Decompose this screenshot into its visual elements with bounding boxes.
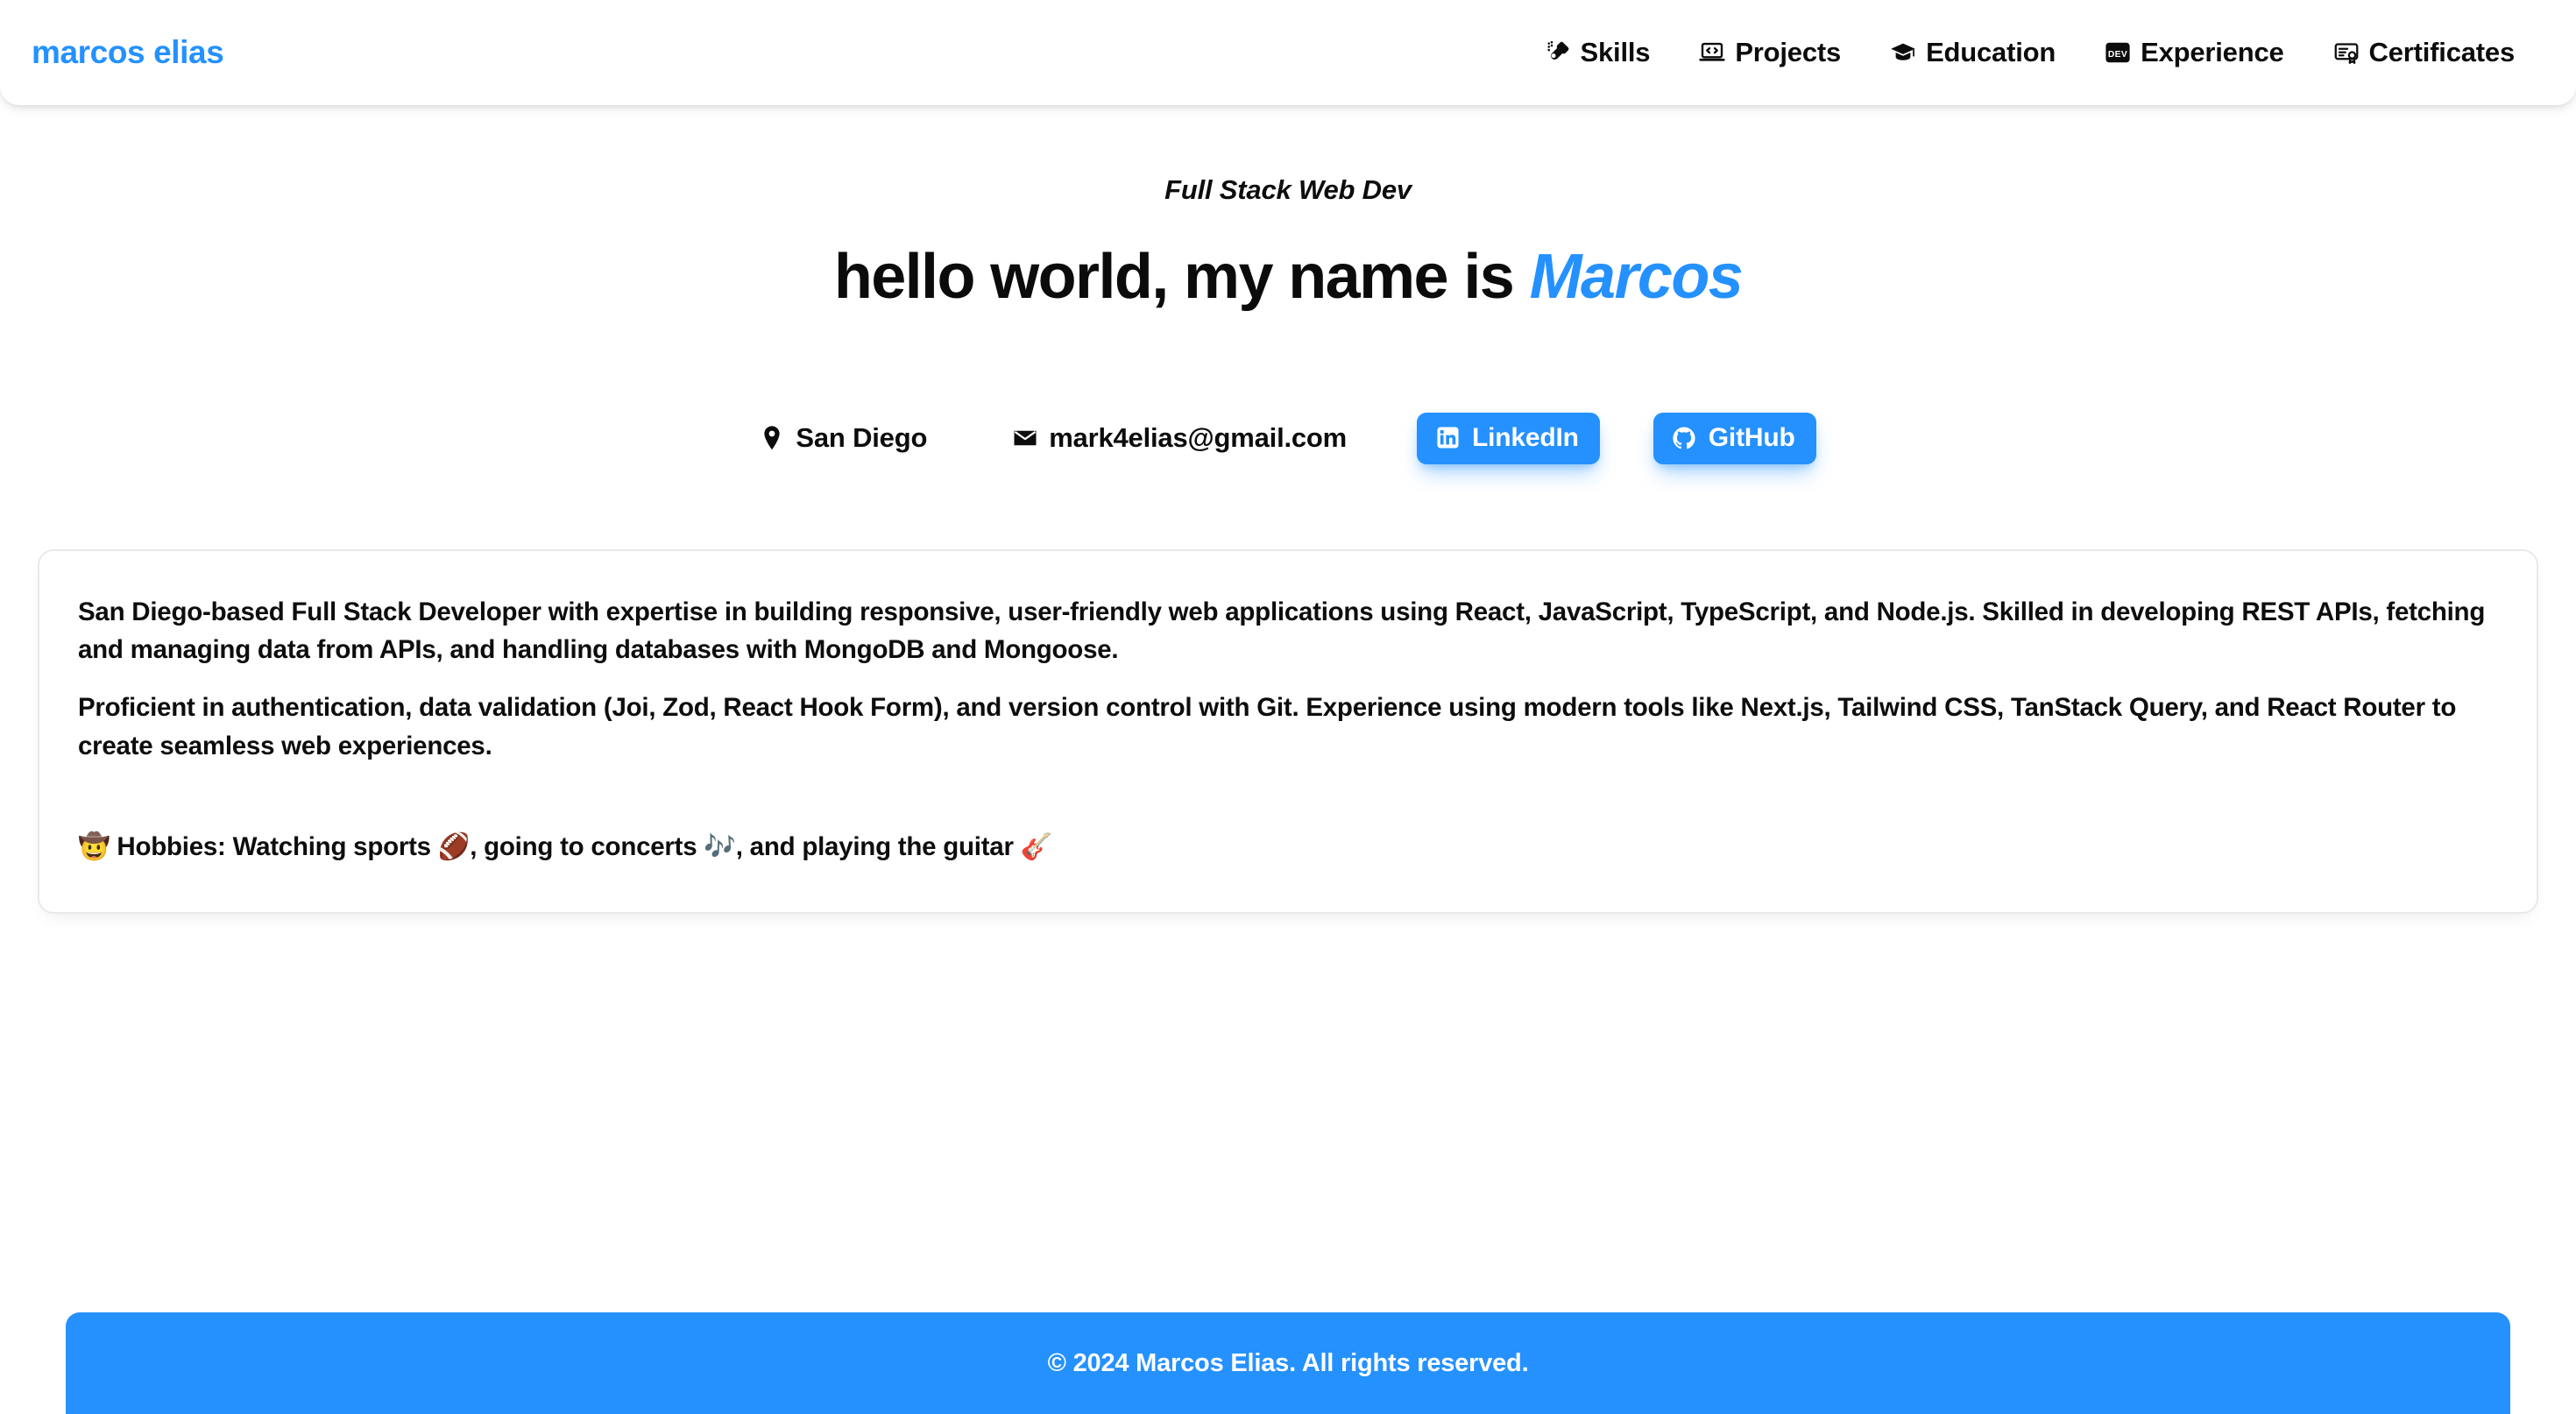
svg-text:DEV: DEV <box>2108 50 2127 60</box>
primary-navigation: Skills Projects Education DEV Experience… <box>1520 28 2539 77</box>
contact-email-label: mark4elias@gmail.com <box>1049 422 1348 454</box>
nav-item-certificates[interactable]: Certificates <box>2309 28 2539 77</box>
certificate-icon <box>2333 39 2360 66</box>
linkedin-icon <box>1434 425 1461 451</box>
contact-email[interactable]: mark4elias@gmail.com <box>1013 422 1347 454</box>
nav-item-experience[interactable]: DEV Experience <box>2080 28 2308 77</box>
code-laptop-icon <box>1699 39 1725 66</box>
nav-label-projects: Projects <box>1735 37 1842 67</box>
bio-paragraph-1: San Diego-based Full Stack Developer wit… <box>78 597 2486 665</box>
page-title: hello world, my name is Marcos <box>0 242 2576 313</box>
envelope-icon <box>1013 425 1037 451</box>
hero-tagline: Full Stack Web Dev <box>1164 174 1412 205</box>
guitar-icon <box>1545 39 1571 66</box>
nav-label-skills: Skills <box>1580 37 1651 67</box>
linkedin-button[interactable]: LinkedIn <box>1417 412 1600 464</box>
bio-hobbies: 🤠 Hobbies: Watching sports 🏈, going to c… <box>78 832 1053 862</box>
hero-section: Full Stack Web Dev hello world, my name … <box>0 105 2576 313</box>
site-footer: © 2024 Marcos Elias. All rights reserved… <box>66 1312 2510 1414</box>
nav-item-education[interactable]: Education <box>1865 28 2080 77</box>
nav-label-education: Education <box>1926 37 2056 67</box>
nav-item-skills[interactable]: Skills <box>1520 28 1675 77</box>
linkedin-label: LinkedIn <box>1472 422 1579 452</box>
contact-row: San Diego mark4elias@gmail.com LinkedIn … <box>0 412 2576 464</box>
nav-item-projects[interactable]: Projects <box>1674 28 1865 77</box>
brand-logo[interactable]: marcos elias <box>32 34 224 71</box>
dev-badge-icon: DEV <box>2105 39 2131 66</box>
graduation-cap-icon <box>1890 39 1916 66</box>
site-header: marcos elias Skills Projects Education D… <box>0 0 2576 105</box>
bio-card: San Diego-based Full Stack Developer wit… <box>38 548 2538 914</box>
page-root: marcos elias Skills Projects Education D… <box>0 0 2576 1414</box>
nav-label-certificates: Certificates <box>2368 37 2516 67</box>
github-label: GitHub <box>1708 422 1795 452</box>
nav-label-experience: Experience <box>2141 37 2284 67</box>
location-pin-icon <box>760 425 784 451</box>
hero-title-prefix: hello world, my name is <box>833 242 1530 312</box>
github-icon <box>1671 425 1697 451</box>
github-button[interactable]: GitHub <box>1652 412 1816 464</box>
contact-location-label: San Diego <box>796 422 928 454</box>
hero-title-accent: Marcos <box>1529 242 1744 312</box>
contact-location: San Diego <box>760 422 927 454</box>
bio-paragraph-2: Proficient in authentication, data valid… <box>78 692 2457 760</box>
footer-copyright: © 2024 Marcos Elias. All rights reserved… <box>1047 1348 1529 1377</box>
